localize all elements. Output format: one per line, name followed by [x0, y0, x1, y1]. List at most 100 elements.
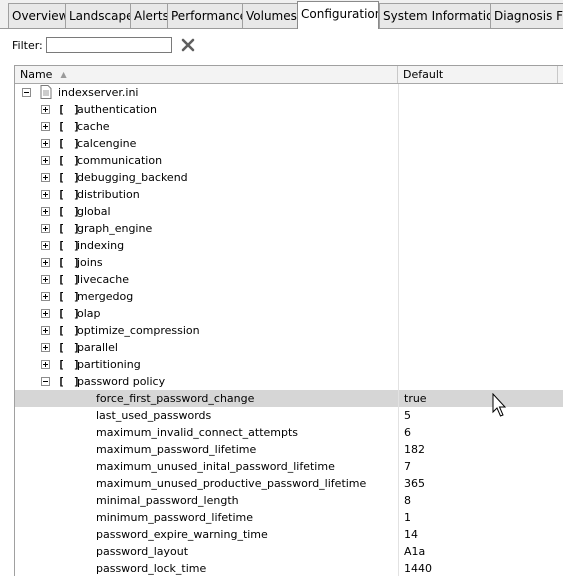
expand-icon[interactable]: [41, 343, 50, 352]
section-label: password policy: [77, 375, 166, 388]
expand-icon[interactable]: [41, 105, 50, 114]
expand-icon[interactable]: [41, 309, 50, 318]
expand-icon[interactable]: [41, 292, 50, 301]
column-header-name[interactable]: Name ▲: [15, 66, 398, 83]
tree-row-section[interactable]: [ ] partitioning: [15, 356, 563, 373]
column-header-default[interactable]: Default: [398, 66, 558, 83]
tab-configuration[interactable]: Configuration: [297, 1, 379, 29]
column-divider: [398, 118, 399, 135]
tree-row-parameter[interactable]: maximum_invalid_connect_attempts 6: [15, 424, 563, 441]
tree-rows: indexserver.ini [ ] authentication[ ] cache…: [15, 84, 563, 576]
column-divider: [398, 509, 399, 526]
parameter-name: password_expire_warning_time: [96, 528, 268, 541]
parameter-default-value: 14: [404, 528, 418, 541]
parameter-default-value: 1: [404, 511, 411, 524]
expand-icon[interactable]: [41, 207, 50, 216]
expand-icon[interactable]: [41, 275, 50, 284]
tree-row-section[interactable]: [ ] distribution: [15, 186, 563, 203]
tree-row-section[interactable]: [ ] mergedog: [15, 288, 563, 305]
parameter-default-value: 1440: [404, 562, 432, 575]
tree-row-root[interactable]: indexserver.ini: [15, 84, 563, 101]
expand-icon[interactable]: [41, 224, 50, 233]
parameter-name: maximum_invalid_connect_attempts: [96, 426, 299, 439]
parameter-default-value: 5: [404, 409, 411, 422]
tree-row-section[interactable]: [ ] joins: [15, 254, 563, 271]
parameter-name: maximum_password_lifetime: [96, 443, 257, 456]
column-divider: [398, 543, 399, 560]
parameter-default-value: true: [404, 392, 427, 405]
collapse-icon[interactable]: [41, 377, 50, 386]
tree-row-section-expanded[interactable]: [ ] password policy: [15, 373, 563, 390]
column-divider: [398, 135, 399, 152]
tab-overview[interactable]: Overview: [8, 3, 66, 28]
tree-row-section[interactable]: [ ] debugging_backend: [15, 169, 563, 186]
column-divider: [398, 186, 399, 203]
tree-row-parameter[interactable]: force_first_password_change true: [15, 390, 563, 407]
configuration-tree-table: Name ▲ Default indexserver.ini [ ] authenti…: [14, 65, 563, 576]
tree-row-section[interactable]: [ ] olap: [15, 305, 563, 322]
tree-row-section[interactable]: [ ] parallel: [15, 339, 563, 356]
expand-icon[interactable]: [41, 258, 50, 267]
tree-row-section[interactable]: [ ] authentication: [15, 101, 563, 118]
tree-row-parameter[interactable]: minimal_password_length 8: [15, 492, 563, 509]
column-name-label: Name: [20, 68, 53, 81]
tree-row-parameter[interactable]: maximum_unused_productive_password_lifet…: [15, 475, 563, 492]
tree-row-parameter[interactable]: maximum_password_lifetime 182: [15, 441, 563, 458]
filter-label: Filter:: [12, 39, 43, 52]
section-label: authentication: [77, 103, 157, 116]
column-divider: [398, 390, 399, 407]
expand-icon[interactable]: [41, 122, 50, 131]
section-label: graph_engine: [77, 222, 153, 235]
column-divider: [398, 322, 399, 339]
filter-input[interactable]: [46, 37, 172, 53]
tab-performance[interactable]: Performance: [167, 3, 243, 28]
tree-row-section[interactable]: [ ] communication: [15, 152, 563, 169]
expand-icon[interactable]: [41, 156, 50, 165]
expand-icon[interactable]: [41, 139, 50, 148]
tree-row-parameter[interactable]: maximum_unused_inital_password_lifetime 7: [15, 458, 563, 475]
parameter-name: maximum_unused_inital_password_lifetime: [96, 460, 335, 473]
section-label: distribution: [77, 188, 140, 201]
section-label: debugging_backend: [77, 171, 188, 184]
sort-ascending-icon: ▲: [60, 70, 67, 79]
clear-x-icon[interactable]: [181, 37, 195, 53]
tab-alerts[interactable]: Alerts: [130, 3, 168, 28]
section-label: communication: [77, 154, 163, 167]
tree-row-section[interactable]: [ ] optimize_compression: [15, 322, 563, 339]
mouse-pointer-icon: [492, 393, 507, 417]
expand-icon[interactable]: [41, 326, 50, 335]
tree-row-parameter[interactable]: password_layout A1a: [15, 543, 563, 560]
parameter-name: minimum_password_lifetime: [96, 511, 254, 524]
column-divider: [398, 169, 399, 186]
column-divider: [398, 101, 399, 118]
tree-row-parameter[interactable]: password_expire_warning_time 14: [15, 526, 563, 543]
tree-row-section[interactable]: [ ] global: [15, 203, 563, 220]
parameter-name: last_used_passwords: [96, 409, 212, 422]
section-label: olap: [77, 307, 101, 320]
tree-row-section[interactable]: [ ] livecache: [15, 271, 563, 288]
expand-icon[interactable]: [41, 360, 50, 369]
expand-icon[interactable]: [41, 173, 50, 182]
expand-icon[interactable]: [41, 241, 50, 250]
column-divider: [398, 407, 399, 424]
tree-row-section[interactable]: [ ] calcengine: [15, 135, 563, 152]
tab-volumes[interactable]: Volumes: [242, 3, 298, 28]
column-divider: [398, 220, 399, 237]
tab-bar: Overview Landscape Alerts Performance Vo…: [0, 0, 563, 29]
tree-row-section[interactable]: [ ] indexing: [15, 237, 563, 254]
tab-landscape[interactable]: Landscape: [65, 3, 131, 28]
tree-row-parameter[interactable]: password_lock_time 1440: [15, 560, 563, 576]
column-divider: [398, 237, 399, 254]
column-divider: [398, 305, 399, 322]
tree-row-parameter[interactable]: minimum_password_lifetime 1: [15, 509, 563, 526]
tree-row-section[interactable]: [ ] graph_engine: [15, 220, 563, 237]
tree-row-section[interactable]: [ ] cache: [15, 118, 563, 135]
column-divider: [398, 560, 399, 576]
expand-icon[interactable]: [41, 190, 50, 199]
collapse-icon[interactable]: [22, 88, 31, 97]
tab-diagnosis-files[interactable]: Diagnosis Files: [490, 3, 563, 28]
parameter-default-value: 365: [404, 477, 425, 490]
tab-system-information[interactable]: System Information: [379, 3, 491, 28]
parameter-default-value: 6: [404, 426, 411, 439]
tree-row-parameter[interactable]: last_used_passwords 5: [15, 407, 563, 424]
